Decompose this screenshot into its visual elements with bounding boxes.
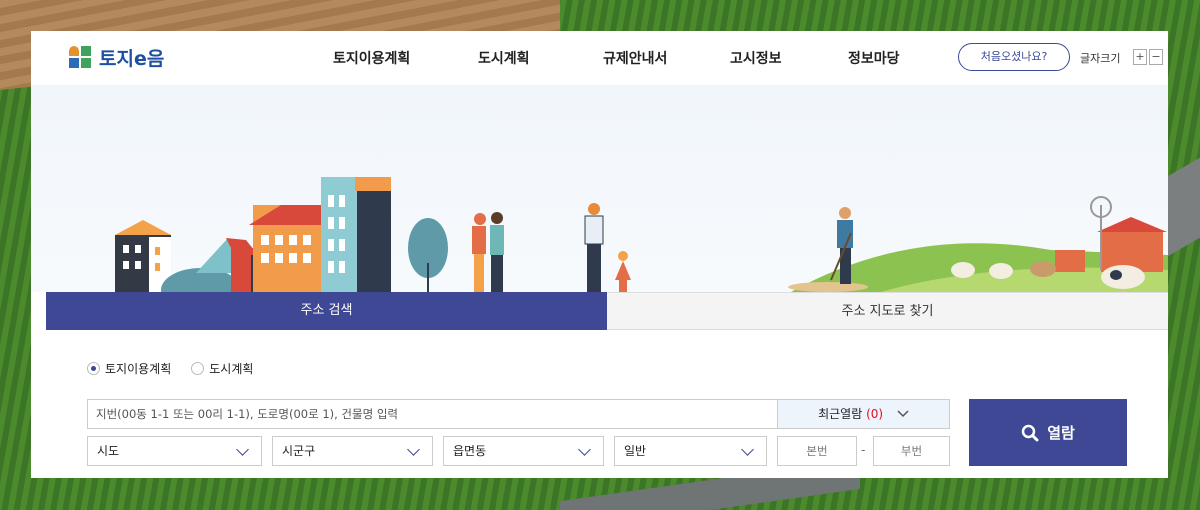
view-button-label: 열람 <box>1047 424 1075 442</box>
logo-mark-icon <box>69 45 93 70</box>
address-search-input[interactable]: 지번(00동 1-1 또는 00리 1-1), 도로명(00로 1), 건물명 … <box>87 399 778 429</box>
chevron-down-icon <box>407 443 420 456</box>
eupmyeondong-select[interactable]: 읍면동 <box>443 436 604 466</box>
nav-item-urban-plan[interactable]: 도시계획 <box>478 48 603 68</box>
font-increase-button[interactable]: + <box>1133 49 1147 65</box>
radio-urban-plan[interactable]: 도시계획 <box>191 360 253 377</box>
chevron-down-icon <box>897 401 909 429</box>
town-farm-illustration <box>115 177 1168 292</box>
main-number-input[interactable]: 본번 <box>777 436 857 466</box>
chevron-down-icon <box>236 443 249 456</box>
site-header: 토지e음 토지이용계획 도시계획 규제안내서 고시정보 정보마당 처음오셨나요?… <box>31 31 1168 85</box>
radio-label: 토지이용계획 <box>105 362 172 376</box>
number-separator: - <box>861 443 866 457</box>
recent-count: (0) <box>866 407 884 421</box>
sigungu-value: 시군구 <box>282 444 316 458</box>
search-tabs: 주소 검색 주소 지도로 찾기 <box>46 292 1168 338</box>
chevron-down-icon <box>578 443 591 456</box>
font-size-label: 글자크기 <box>1080 52 1121 65</box>
tab-find-by-map[interactable]: 주소 지도로 찾기 <box>607 292 1168 330</box>
site-logo[interactable]: 토지e음 <box>69 44 164 71</box>
land-type-value: 일반 <box>624 444 647 458</box>
sub-number-input[interactable]: 부번 <box>873 436 950 466</box>
first-visit-button[interactable]: 처음오셨나요? <box>958 43 1070 71</box>
nav-item-notice-info[interactable]: 고시정보 <box>730 48 848 68</box>
main-frame: 토지e음 토지이용계획 도시계획 규제안내서 고시정보 정보마당 처음오셨나요?… <box>31 31 1168 478</box>
view-button[interactable]: 열람 <box>969 399 1127 466</box>
logo-text: 토지e음 <box>99 48 165 70</box>
search-type-radios: 토지이용계획 도시계획 <box>87 360 253 377</box>
search-panel: 토지이용계획 도시계획 지번(00동 1-1 또는 00리 1-1), 도로명(… <box>46 330 1168 478</box>
sido-select[interactable]: 시도 <box>87 436 262 466</box>
sido-value: 시도 <box>97 444 120 458</box>
nav-item-regulation-guide[interactable]: 규제안내서 <box>603 48 730 68</box>
font-decrease-button[interactable]: − <box>1149 49 1163 65</box>
radio-selected-icon <box>87 362 100 375</box>
eupmyeondong-value: 읍면동 <box>453 444 487 458</box>
radio-unselected-icon <box>191 362 205 375</box>
radio-land-use-plan[interactable]: 토지이용계획 <box>87 360 171 377</box>
search-icon <box>1021 424 1039 442</box>
land-type-select[interactable]: 일반 <box>614 436 767 466</box>
recent-label: 최근열람 <box>818 407 863 421</box>
main-nav: 토지이용계획 도시계획 규제안내서 고시정보 정보마당 <box>333 31 948 85</box>
nav-item-info-square[interactable]: 정보마당 <box>848 48 948 68</box>
nav-item-land-use-plan[interactable]: 토지이용계획 <box>333 48 478 68</box>
recent-views-dropdown[interactable]: 최근열람 (0) <box>777 399 950 429</box>
sigungu-select[interactable]: 시군구 <box>272 436 433 466</box>
hero-illustration <box>31 85 1168 292</box>
chevron-down-icon <box>741 443 754 456</box>
tab-address-search[interactable]: 주소 검색 <box>46 292 607 338</box>
radio-label: 도시계획 <box>209 362 254 376</box>
